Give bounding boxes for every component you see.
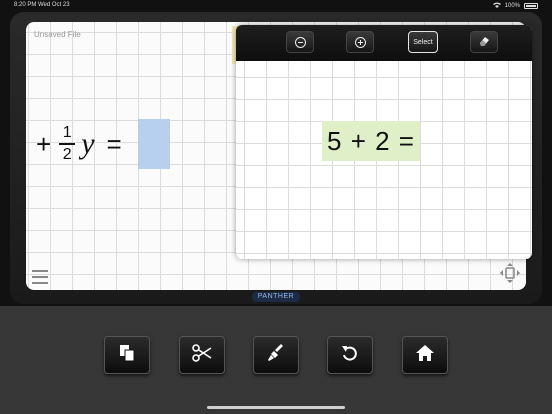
undo-icon (341, 344, 359, 367)
move-resize-icon[interactable] (499, 262, 521, 284)
status-right: 100% (492, 2, 538, 10)
fraction-numerator: 1 (62, 124, 72, 142)
zoom-out-button[interactable] (286, 31, 314, 53)
plus-operator: + (36, 129, 52, 159)
minus-circle-icon (294, 36, 306, 48)
panel-expression[interactable]: 5 + 2 = (322, 121, 420, 161)
home-indicator[interactable] (207, 406, 345, 409)
eraser-button[interactable] (470, 31, 498, 53)
status-date: Wed Oct 23 (38, 2, 70, 8)
copy-icon (119, 344, 135, 367)
fraction-denominator: 2 (62, 145, 72, 163)
file-name: Unsaved File (34, 30, 81, 39)
brand-label: PANTHER (252, 292, 300, 302)
answer-slot[interactable] (137, 119, 170, 169)
equals-operator: = (106, 129, 122, 159)
wifi-icon (492, 2, 501, 10)
hamburger-icon[interactable] (32, 270, 48, 284)
status-bar: 8:20 PM Wed Oct 23 100% (0, 0, 552, 10)
home-button[interactable] (402, 336, 448, 374)
copy-button[interactable] (104, 336, 150, 374)
home-icon (415, 344, 435, 367)
eraser-icon (478, 35, 490, 49)
select-button[interactable]: Select (408, 31, 438, 53)
scissors-icon (192, 343, 212, 367)
scratch-panel[interactable]: Select 5 + 2 = (236, 25, 532, 259)
panel-toolbar: Select (236, 25, 532, 61)
plus-circle-icon (354, 36, 366, 48)
zoom-in-button[interactable] (346, 31, 374, 53)
main-expression[interactable]: + 1 2 y = (36, 114, 170, 174)
variable-y: y (81, 127, 95, 160)
brush-button[interactable] (253, 336, 299, 374)
paintbrush-icon (267, 343, 285, 367)
fraction: 1 2 (59, 124, 76, 163)
status-time: 8:20 PM (14, 2, 37, 8)
fraction-bar (59, 143, 76, 145)
battery-icon (524, 3, 538, 9)
battery-percent: 100% (504, 3, 520, 9)
undo-button[interactable] (327, 336, 373, 374)
cut-button[interactable] (179, 336, 225, 374)
